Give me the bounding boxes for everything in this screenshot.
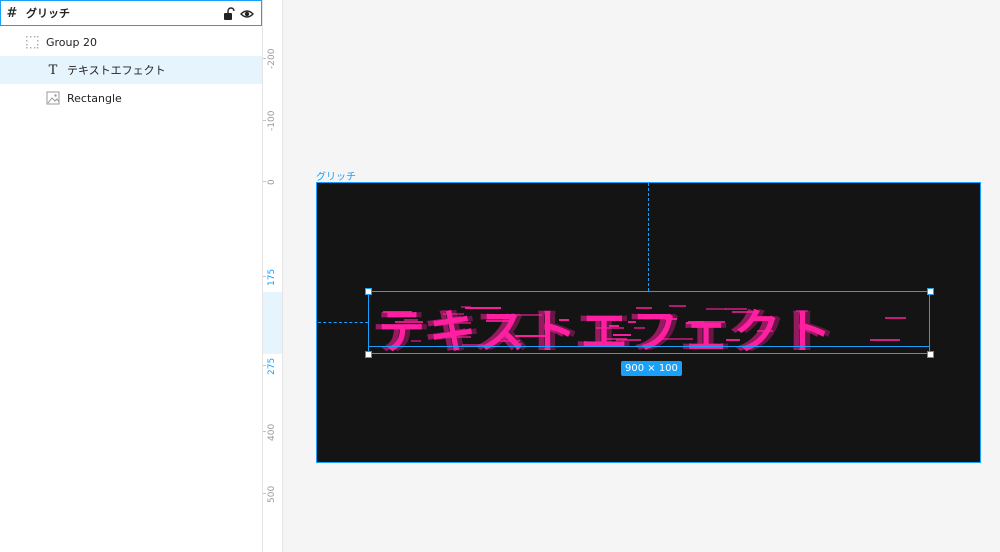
frame-title[interactable]: グリッチ — [316, 168, 356, 183]
unlock-icon[interactable] — [223, 7, 235, 21]
dimensions-badge: 900 × 100 — [621, 361, 682, 376]
distance-guide-horizontal — [318, 322, 368, 323]
layer-name-group: Group 20 — [46, 35, 97, 49]
layer-row-frame[interactable]: # グリッチ — [0, 0, 262, 26]
ruler-tick-selection-end: 275 — [265, 351, 279, 381]
ruler-tick: 400 — [265, 417, 279, 447]
layer-name-rectangle: Rectangle — [67, 91, 122, 105]
distance-guide-vertical — [648, 183, 649, 291]
text-icon: T — [48, 62, 58, 78]
image-icon — [46, 91, 60, 105]
selection-box[interactable] — [368, 291, 930, 354]
resize-handle-top-left[interactable] — [365, 288, 372, 295]
eye-icon[interactable] — [240, 7, 254, 21]
ruler-selection-band — [263, 292, 282, 354]
group-dots-icon — [26, 36, 39, 49]
layer-row-group[interactable]: Group 20 — [0, 28, 262, 56]
ruler-tick: -200 — [265, 44, 279, 74]
frame-grid-icon: # — [6, 5, 18, 21]
text-baseline-line — [368, 346, 930, 347]
layer-name-text: テキストエフェクト — [67, 64, 166, 77]
layer-name-frame: グリッチ — [26, 7, 70, 20]
ruler-tick: 0 — [265, 167, 279, 197]
ruler-tick-selection-start: 175 — [265, 262, 279, 292]
resize-handle-top-right[interactable] — [927, 288, 934, 295]
resize-handle-bottom-left[interactable] — [365, 351, 372, 358]
resize-handle-bottom-right[interactable] — [927, 351, 934, 358]
ruler-tick: 500 — [265, 479, 279, 509]
layer-row-rectangle[interactable]: Rectangle — [0, 84, 262, 112]
layers-panel: # グリッチ Group 20 T テキストエフェクト Rectangle — [0, 0, 263, 552]
ruler-tick: -100 — [265, 106, 279, 136]
vertical-ruler[interactable]: -200 -100 0 175 275 400 500 — [263, 0, 283, 552]
layer-row-text[interactable]: T テキストエフェクト — [0, 56, 262, 84]
